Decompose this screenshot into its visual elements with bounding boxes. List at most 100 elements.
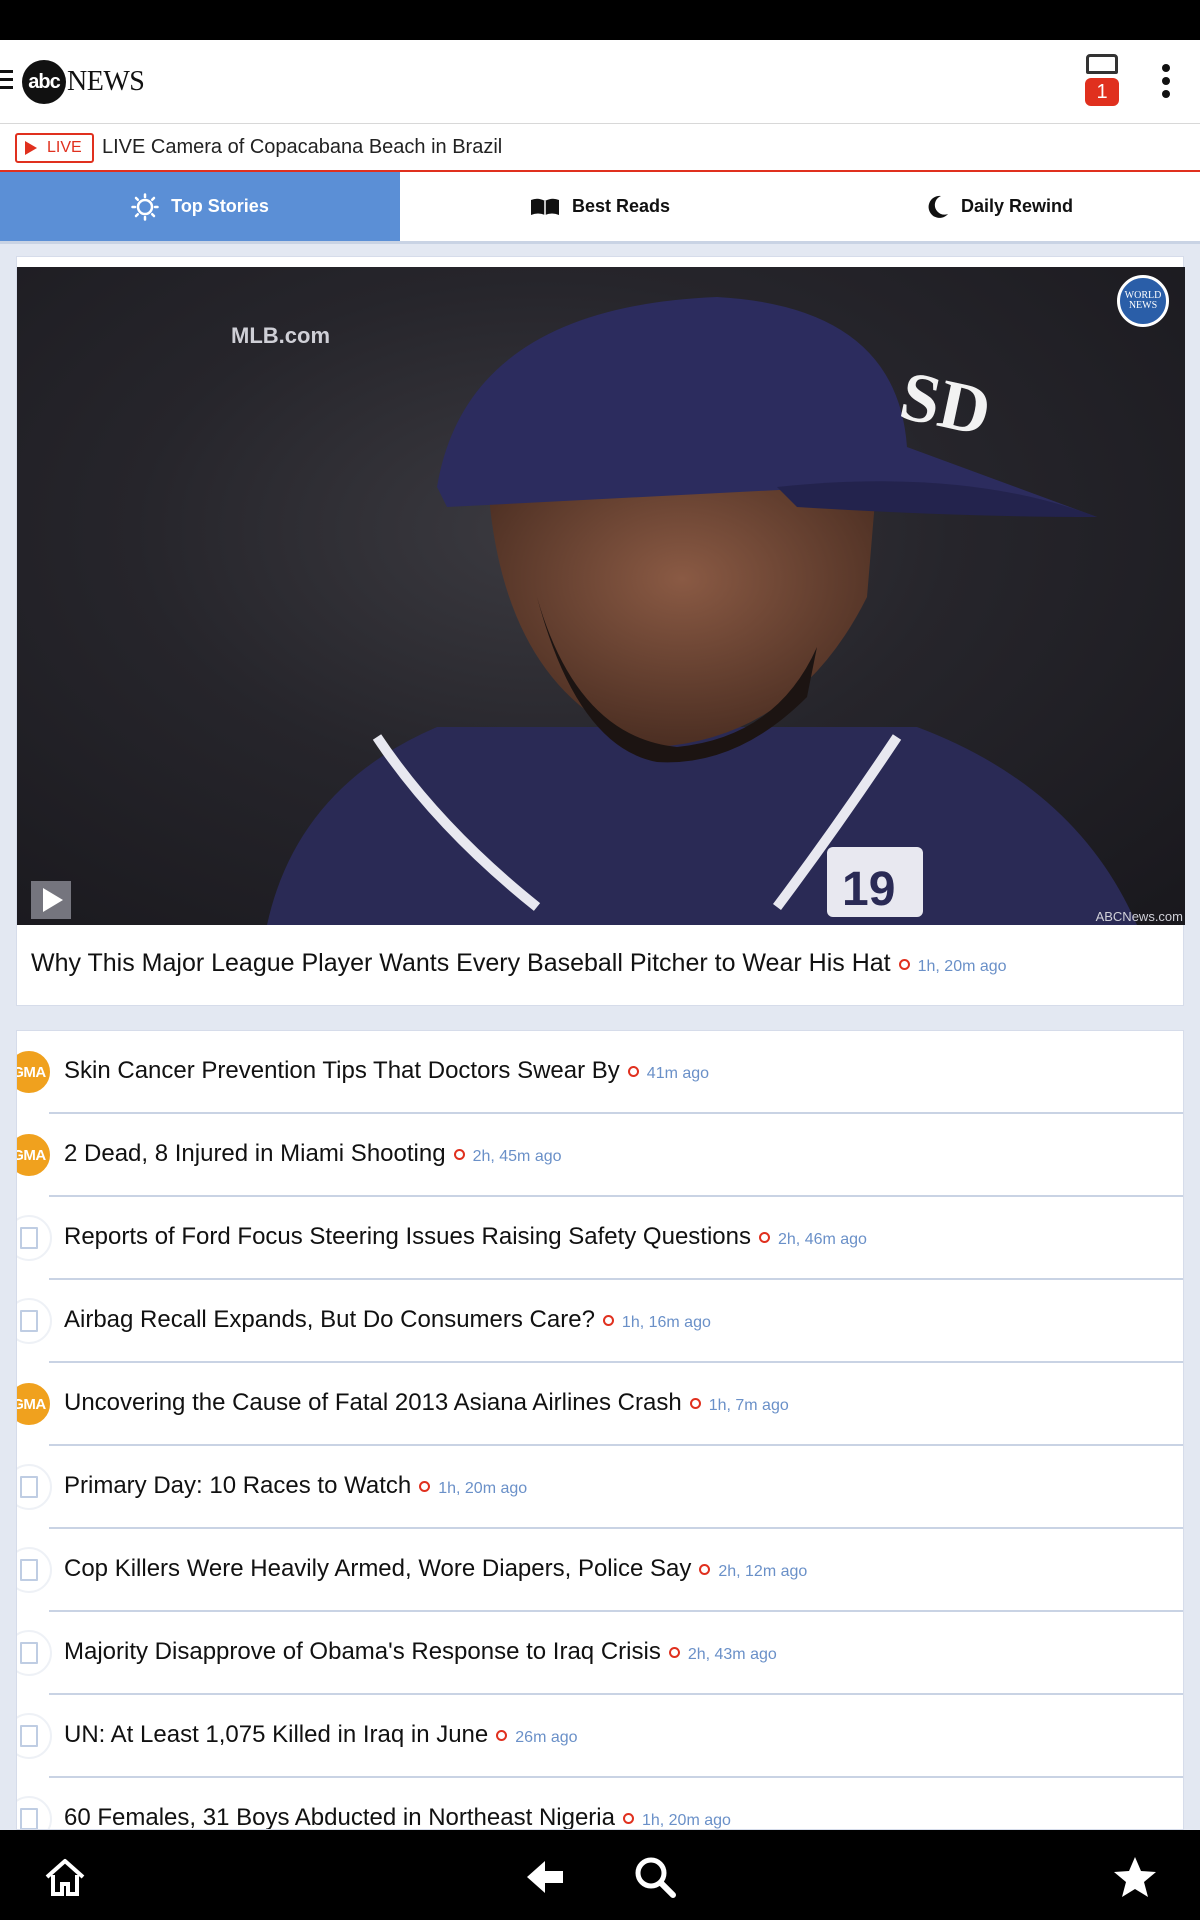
document-icon <box>20 1642 38 1664</box>
document-icon <box>20 1808 38 1829</box>
featured-story-time: 1h, 20m ago <box>917 958 1007 975</box>
abc-news-logo[interactable]: abc NEWS <box>22 60 145 104</box>
story-time: 41m ago <box>646 1065 710 1082</box>
story-headline: Uncovering the Cause of Fatal 2013 Asian… <box>64 1389 682 1416</box>
story-row[interactable]: Majority Disapprove of Obama's Response … <box>17 1612 1183 1695</box>
tab-daily-rewind[interactable]: Daily Rewind <box>800 172 1200 241</box>
live-badge: LIVE <box>15 133 94 163</box>
story-row[interactable]: 60 Females, 31 Boys Abducted in Northeas… <box>17 1778 1183 1830</box>
story-time: 2h, 12m ago <box>718 1563 808 1580</box>
story-title: Cop Killers Were Heavily Armed, Wore Dia… <box>64 1555 807 1583</box>
story-time: 1h, 7m ago <box>708 1397 789 1414</box>
clock-icon <box>622 1813 634 1824</box>
play-video-button[interactable] <box>31 881 71 919</box>
gma-icon: GMA <box>17 1132 52 1178</box>
clock-icon <box>668 1647 680 1658</box>
article-icon <box>17 1713 52 1759</box>
sun-icon <box>131 192 159 221</box>
story-time: 26m ago <box>515 1729 578 1746</box>
section-tabs: Top Stories Best Reads Daily Rewind <box>0 172 1200 244</box>
article-icon <box>17 1215 52 1261</box>
story-headline: Majority Disapprove of Obama's Response … <box>64 1638 661 1665</box>
clock-icon <box>898 959 910 970</box>
story-title: Primary Day: 10 Races to Watch 1h, 20m ag… <box>64 1472 527 1500</box>
status-bar <box>0 0 1200 40</box>
clock-icon <box>627 1066 639 1077</box>
tab-label: Top Stories <box>171 196 269 216</box>
story-row[interactable]: Cop Killers Were Heavily Armed, Wore Dia… <box>17 1529 1183 1612</box>
story-title: UN: At Least 1,075 Killed in Iraq in Jun… <box>64 1721 578 1749</box>
back-arrow-icon[interactable] <box>520 1852 570 1902</box>
tab-label: Best Reads <box>571 196 671 216</box>
open-book-icon <box>530 197 560 217</box>
overflow-menu-icon[interactable] <box>1160 64 1172 104</box>
photo-credit: ABCNews.com <box>1095 909 1183 924</box>
story-headline: Skin Cancer Prevention Tips That Doctors… <box>64 1057 620 1084</box>
story-title: Uncovering the Cause of Fatal 2013 Asian… <box>64 1389 789 1417</box>
story-title: Majority Disapprove of Obama's Response … <box>64 1638 777 1666</box>
world-news-badge-line-2: NEWS <box>1128 300 1158 311</box>
story-headline: Airbag Recall Expands, But Do Consumers … <box>64 1306 595 1333</box>
tab-label: Daily Rewind <box>960 196 1074 216</box>
story-title: 60 Females, 31 Boys Abducted in Northeas… <box>64 1804 731 1830</box>
story-time: 1h, 20m ago <box>438 1480 528 1497</box>
article-icon <box>17 1464 52 1510</box>
star-icon[interactable] <box>1110 1852 1160 1902</box>
article-icon <box>17 1547 52 1593</box>
tab-best-reads[interactable]: Best Reads <box>400 172 800 241</box>
story-row[interactable]: Airbag Recall Expands, But Do Consumers … <box>17 1280 1183 1363</box>
story-headline: 2 Dead, 8 Injured in Miami Shooting <box>64 1140 446 1167</box>
featured-story-title[interactable]: Why This Major League Player Wants Every… <box>31 949 1007 978</box>
story-headline: Primary Day: 10 Races to Watch <box>64 1472 412 1499</box>
baseball-player-photo: SD 19 <box>267 297 1137 925</box>
story-title: Reports of Ford Focus Steering Issues Ra… <box>64 1223 867 1251</box>
featured-video-thumbnail[interactable]: SD 19 MLB.com WORLD NEWS ABCNews.com <box>17 267 1185 925</box>
gma-icon: GMA <box>17 1049 52 1095</box>
story-headline: Cop Killers Were Heavily Armed, Wore Dia… <box>64 1555 692 1582</box>
article-icon <box>17 1630 52 1676</box>
story-headline: 60 Females, 31 Boys Abducted in Northeas… <box>64 1804 615 1830</box>
document-icon <box>20 1310 38 1332</box>
clock-icon <box>699 1564 711 1575</box>
svg-text:SD: SD <box>894 357 998 451</box>
clock-icon <box>759 1232 770 1243</box>
story-row[interactable]: Reports of Ford Focus Steering Issues Ra… <box>17 1197 1183 1280</box>
story-row[interactable]: UN: At Least 1,075 Killed in Iraq in Jun… <box>17 1695 1183 1778</box>
document-icon <box>20 1476 38 1498</box>
play-icon <box>25 141 37 155</box>
story-list: GMA Skin Cancer Prevention Tips That Doct… <box>16 1030 1184 1830</box>
story-title: Airbag Recall Expands, But Do Consumers … <box>64 1306 711 1334</box>
clock-icon <box>602 1315 614 1326</box>
story-title: 2 Dead, 8 Injured in Miami Shooting 2h, 4… <box>64 1140 562 1168</box>
story-row[interactable]: GMA Skin Cancer Prevention Tips That Doct… <box>17 1031 1183 1114</box>
hamburger-menu-icon[interactable] <box>0 70 14 92</box>
featured-story-headline: Why This Major League Player Wants Every… <box>31 949 891 977</box>
inbox-button[interactable]: 1 <box>1082 54 1122 110</box>
search-icon[interactable] <box>630 1852 680 1902</box>
story-row[interactable]: GMA 2 Dead, 8 Injured in Miami Shooting 2h… <box>17 1114 1183 1197</box>
story-row[interactable]: Primary Day: 10 Races to Watch 1h, 20m ag… <box>17 1446 1183 1529</box>
tab-top-stories[interactable]: Top Stories <box>0 172 400 241</box>
abc-logo-mark: abc <box>22 60 66 104</box>
bottom-navigation <box>0 1830 1200 1920</box>
story-headline: UN: At Least 1,075 Killed in Iraq in Jun… <box>64 1721 489 1748</box>
article-icon <box>17 1298 52 1344</box>
story-time: 2h, 43m ago <box>687 1646 777 1663</box>
story-time: 1h, 16m ago <box>621 1314 711 1331</box>
clock-icon <box>419 1481 431 1492</box>
story-time: 2h, 46m ago <box>778 1231 867 1248</box>
featured-story-card[interactable]: SD 19 MLB.com WORLD NEWS ABCNews.com Why … <box>16 256 1185 1006</box>
story-row[interactable]: GMA Uncovering the Cause of Fatal 2013 As… <box>17 1363 1183 1446</box>
clock-icon <box>496 1730 508 1741</box>
clock-icon <box>453 1149 465 1160</box>
inbox-icon <box>1086 54 1118 74</box>
live-ticker[interactable]: LIVE LIVE Camera of Copacabana Beach in … <box>0 124 1200 172</box>
gma-icon: GMA <box>17 1381 52 1427</box>
story-time: 1h, 20m ago <box>641 1812 731 1829</box>
mlb-watermark: MLB.com <box>231 323 330 348</box>
story-headline: Reports of Ford Focus Steering Issues Ra… <box>64 1223 751 1250</box>
home-icon[interactable] <box>40 1852 90 1902</box>
live-ticker-text: LIVE Camera of Copacabana Beach in Brazi… <box>102 136 503 158</box>
document-icon <box>20 1725 38 1747</box>
svg-text:19: 19 <box>842 863 895 916</box>
